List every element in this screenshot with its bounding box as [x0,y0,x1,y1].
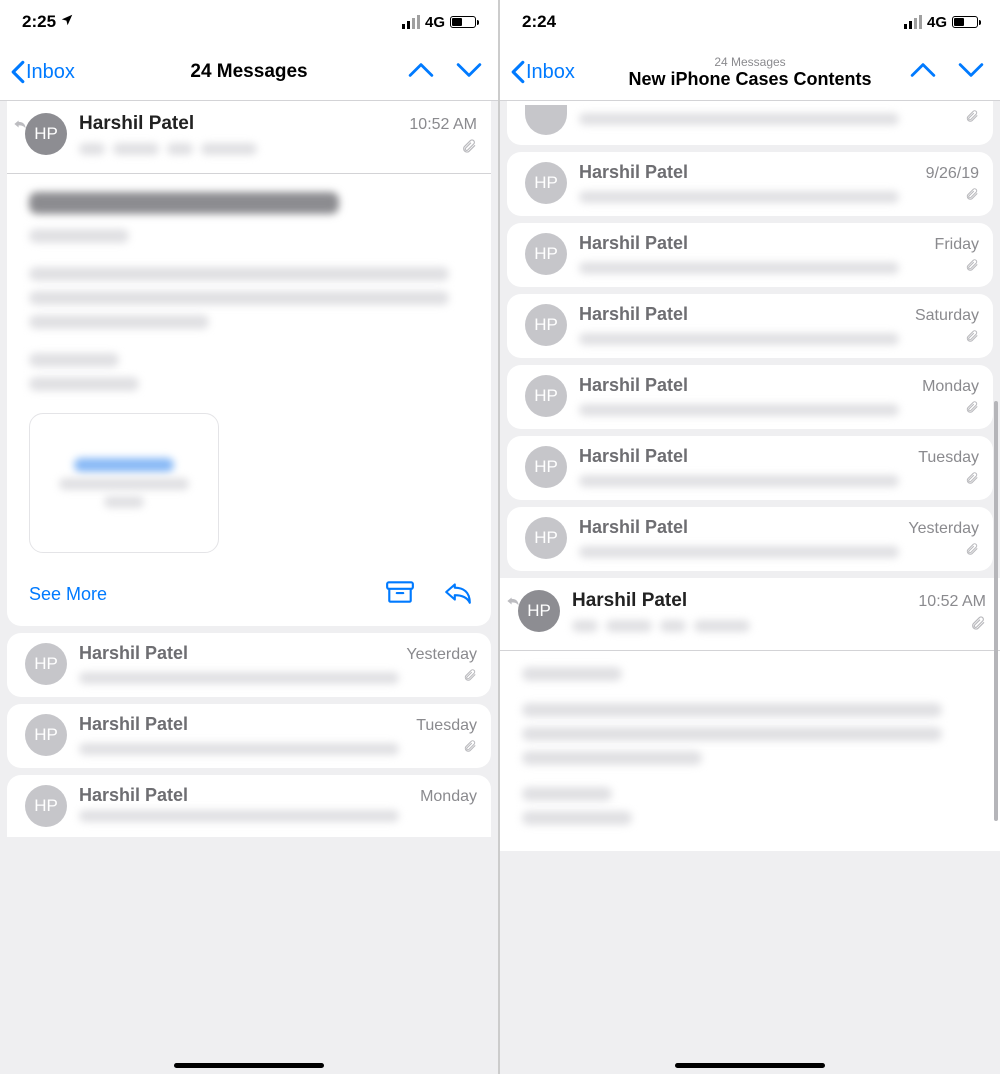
see-more-button[interactable]: See More [29,584,107,605]
message-time: Friday [935,236,979,254]
avatar: HP [525,162,567,204]
status-bar: 2:25 4G [0,0,498,44]
status-time: 2:25 [22,12,56,32]
signal-icon [904,15,922,29]
attachment-icon [965,542,979,561]
reply-indicator-icon [13,117,27,135]
sender-name: Harshil Patel [572,590,687,612]
thread-row[interactable]: HP Harshil Patel Yesterday [507,507,993,571]
sender-name: Harshil Patel [79,643,188,664]
reply-icon[interactable] [443,579,473,610]
sender-name: Harshil Patel [79,714,188,735]
attachment-icon [463,668,477,687]
message-time: Saturday [915,307,979,325]
next-message-button[interactable] [456,61,482,84]
signal-icon [402,15,420,29]
attachment-icon [965,187,979,206]
avatar: HP [525,375,567,417]
attachment-icon [965,109,979,128]
thread-row[interactable]: HP Harshil Patel 9/26/19 [507,152,993,216]
back-button[interactable]: Inbox [10,60,75,84]
message-list[interactable]: HP Harshil Patel 9/26/19 HP Harshi [500,101,1000,1074]
back-button[interactable]: Inbox [510,60,575,84]
message-time: 10:52 AM [409,116,477,134]
status-bar: 2:24 4G [500,0,1000,44]
thread-row[interactable]: HP Harshil Patel Monday [7,775,491,837]
prev-message-button[interactable] [910,61,936,84]
location-icon [60,12,74,32]
attachment-icon [965,400,979,419]
message-time: Yesterday [908,520,979,538]
avatar [525,105,567,135]
phone-right: 2:24 4G Inbox 24 Messages New iPhone Cas… [500,0,1000,1074]
message-time: 10:52 AM [918,593,986,611]
avatar: HP [25,113,67,155]
attachment-icon [965,258,979,277]
avatar: HP [525,517,567,559]
archive-icon[interactable] [385,579,415,610]
sender-name: Harshil Patel [579,233,688,254]
sender-name: Harshil Patel [79,785,188,806]
message-card-expanded[interactable]: HP Harshil Patel 10:52 AM [500,578,1000,851]
sender-name: Harshil Patel [579,304,688,325]
message-card-expanded[interactable]: HP Harshil Patel 10:52 AM [7,101,491,626]
sender-name: Harshil Patel [79,113,194,135]
attachment-icon [463,739,477,758]
message-time: Tuesday [918,449,979,467]
avatar: HP [525,233,567,275]
network-label: 4G [927,14,947,31]
attachment-icon [461,138,477,159]
thread-row[interactable]: HP Harshil Patel Yesterday [7,633,491,697]
message-time: Monday [922,378,979,396]
back-label: Inbox [26,61,75,84]
sender-name: Harshil Patel [579,162,688,183]
thread-row[interactable]: HP Harshil Patel Monday [507,365,993,429]
home-indicator[interactable] [675,1063,825,1068]
avatar: HP [525,304,567,346]
phone-left: 2:25 4G Inbox 24 Messages [0,0,500,1074]
avatar: HP [25,643,67,685]
avatar: HP [525,446,567,488]
avatar: HP [518,590,560,632]
thread-row[interactable]: HP Harshil Patel Tuesday [7,704,491,768]
sender-name: Harshil Patel [579,446,688,467]
sender-name: Harshil Patel [579,375,688,396]
message-time: Monday [420,788,477,806]
reply-indicator-icon [506,594,520,612]
message-time: Yesterday [406,646,477,664]
battery-icon [952,16,978,28]
message-time: 9/26/19 [926,165,979,183]
message-time: Tuesday [416,717,477,735]
scrollbar[interactable] [994,401,998,821]
avatar: HP [25,714,67,756]
back-label: Inbox [526,61,575,84]
attachment-preview[interactable] [29,413,219,553]
status-time: 2:24 [522,12,556,32]
network-label: 4G [425,14,445,31]
avatar: HP [25,785,67,827]
attachment-icon [970,615,986,636]
thread-row[interactable] [507,101,993,145]
thread-row[interactable]: HP Harshil Patel Saturday [507,294,993,358]
prev-message-button[interactable] [408,61,434,84]
message-list[interactable]: HP Harshil Patel 10:52 AM [0,101,498,1074]
thread-row[interactable]: HP Harshil Patel Friday [507,223,993,287]
thread-row[interactable]: HP Harshil Patel Tuesday [507,436,993,500]
attachment-icon [965,471,979,490]
next-message-button[interactable] [958,61,984,84]
sender-name: Harshil Patel [579,517,688,538]
nav-bar: Inbox 24 Messages New iPhone Cases Conte… [500,44,1000,100]
home-indicator[interactable] [174,1063,324,1068]
battery-icon [450,16,476,28]
nav-bar: Inbox 24 Messages [0,44,498,100]
attachment-icon [965,329,979,348]
